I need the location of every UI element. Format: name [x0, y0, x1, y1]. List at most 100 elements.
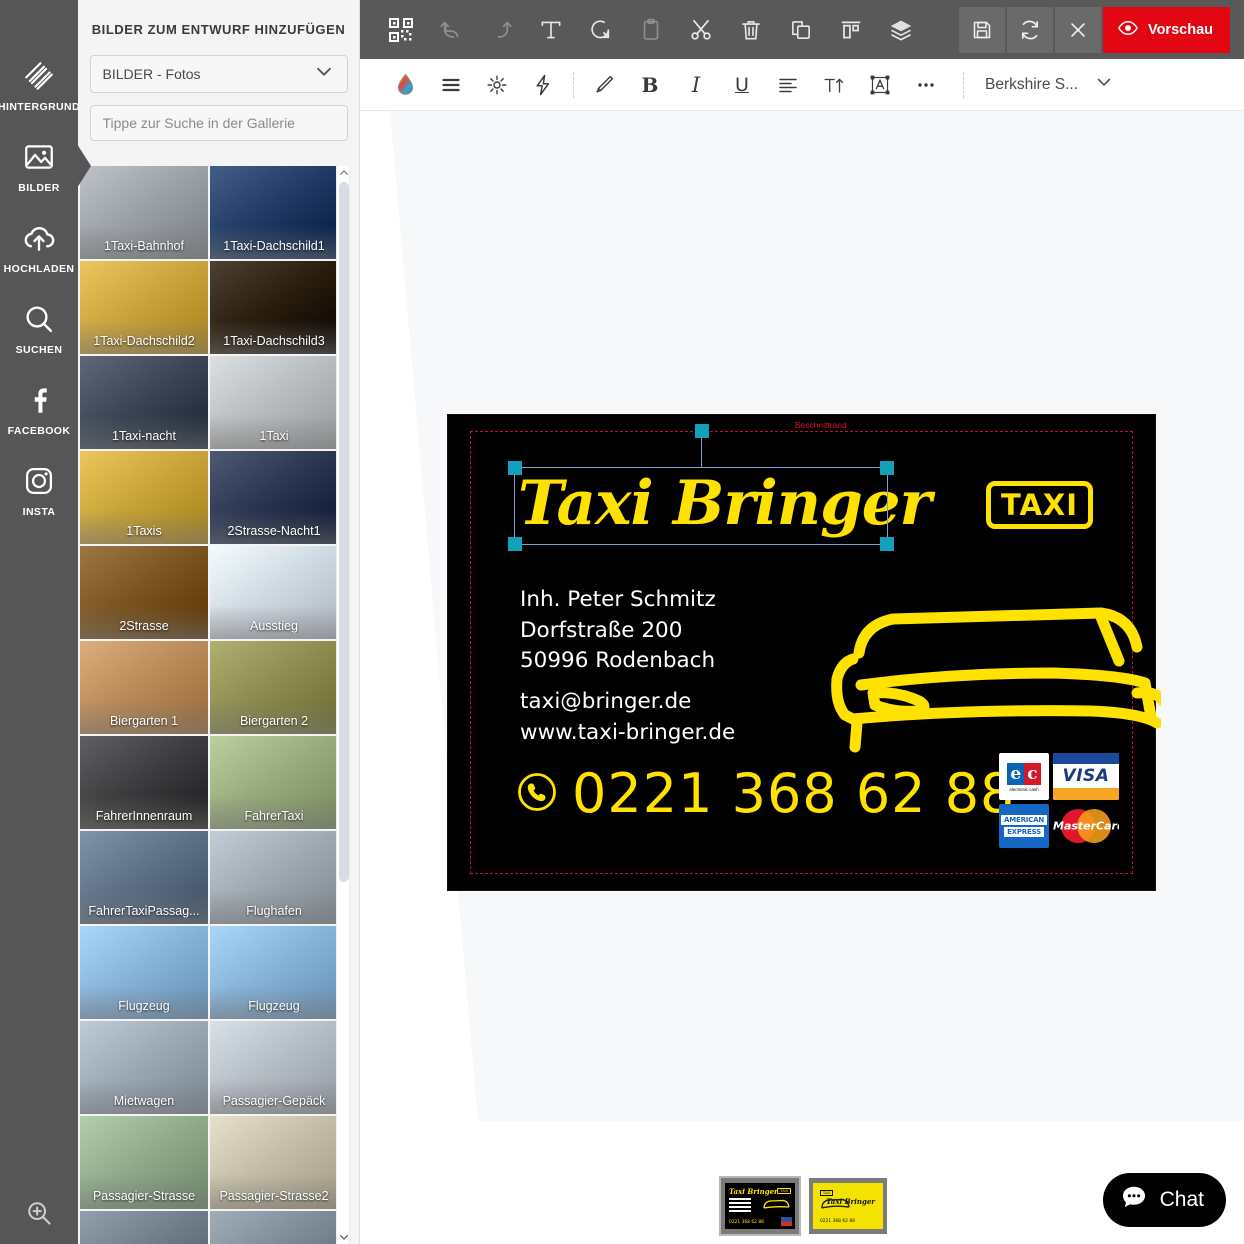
gallery-thumbnail-label: Flughafen	[246, 904, 302, 918]
card-owner-block[interactable]: Inh. Peter Schmitz Dorfstraße 200 50996 …	[520, 585, 716, 677]
rotate-handle[interactable]	[695, 424, 709, 438]
gallery-thumbnail[interactable]: Flugzeug	[210, 926, 338, 1019]
image-gallery-grid[interactable]: 1Taxi-Bahnhof 1Taxi-Dachschild1 1Taxi-Dach…	[78, 166, 344, 1244]
business-card-canvas[interactable]: Beschnittrand TAXI Taxi Bringer Inh. Pet…	[448, 415, 1169, 890]
preview-button[interactable]: Vorschau	[1102, 6, 1230, 53]
sidebar-item-hintergrund[interactable]: HINTERGRUND	[0, 56, 80, 113]
refresh-icon[interactable]	[1006, 6, 1053, 53]
page-thumbnail-front[interactable]: Taxi Bringer TAXI 0221 368 62 88	[719, 1176, 801, 1236]
gallery-thumbnail[interactable]	[210, 1211, 338, 1244]
gallery-thumbnail[interactable]: 1Taxis	[80, 451, 208, 544]
zoom-in-icon[interactable]	[0, 1198, 78, 1228]
sidebar-item-facebook[interactable]: FACEBOOK	[0, 380, 78, 437]
preview-button-label: Vorschau	[1147, 21, 1213, 38]
gallery-thumbnail[interactable]: 1Taxi-Dachschild1	[210, 166, 338, 259]
trash-icon[interactable]	[726, 0, 776, 59]
gallery-thumbnail[interactable]: Passagier-Gepäck	[210, 1021, 338, 1114]
ec-cash-caption: electronic cash	[1009, 786, 1039, 792]
gallery-search-input[interactable]	[89, 105, 348, 141]
effects-icon[interactable]	[520, 59, 566, 111]
gallery-scroll-region[interactable]: 1Taxi-Bahnhof 1Taxi-Dachschild1 1Taxi-Dach…	[78, 166, 359, 1244]
card-contact-block[interactable]: taxi@bringer.de www.taxi-bringer.de	[520, 687, 735, 748]
font-size-icon[interactable]	[811, 59, 857, 111]
gallery-scrollbar[interactable]	[336, 166, 350, 1244]
amex-line-1: AMERICAN	[1001, 815, 1047, 825]
bold-icon[interactable]: B	[627, 59, 673, 111]
resize-handle-bottom-right[interactable]	[880, 537, 894, 551]
card-street: Dorfstraße 200	[520, 617, 683, 643]
amex-line-2: EXPRESS	[1004, 827, 1044, 837]
gallery-thumbnail[interactable]: 2Strasse	[80, 546, 208, 639]
images-panel: BILDER ZUM ENTWURF HINZUFÜGEN BILDER - F…	[78, 0, 360, 1244]
shape-icon[interactable]	[576, 0, 626, 59]
design-editor-app: Beschnittrand TAXI Taxi Bringer Inh. Pet…	[0, 0, 1244, 1244]
gallery-thumbnail[interactable]: Flughafen	[210, 831, 338, 924]
qr-code-icon[interactable]	[376, 0, 426, 59]
underline-icon[interactable]: U	[719, 59, 765, 111]
sidebar-item-suchen[interactable]: SUCHEN	[0, 299, 78, 356]
scissors-icon[interactable]	[676, 0, 726, 59]
resize-handle-bottom-left[interactable]	[508, 537, 522, 551]
align-icon[interactable]	[826, 0, 876, 59]
gallery-thumbnail[interactable]: Biergarten 2	[210, 641, 338, 734]
gallery-thumbnail[interactable]: 1Taxi-nacht	[80, 356, 208, 449]
card-owner: Inh. Peter Schmitz	[520, 587, 716, 612]
page-front-phone: 0221 368 62 88	[729, 1220, 764, 1225]
italic-icon[interactable]: I	[673, 59, 719, 111]
brightness-icon[interactable]	[474, 59, 520, 111]
layers-icon[interactable]	[876, 0, 926, 59]
gallery-thumbnail[interactable]: 1Taxi	[210, 356, 338, 449]
color-drop-icon[interactable]	[382, 59, 428, 111]
font-family-select[interactable]: Berkshire S...	[985, 72, 1114, 97]
clipboard-icon[interactable]	[626, 0, 676, 59]
page-front-car-icon	[761, 1196, 791, 1217]
page-front-payment-icons	[781, 1217, 792, 1226]
gallery-thumbnail[interactable]	[80, 1211, 208, 1244]
gallery-thumbnail[interactable]: Ausstieg	[210, 546, 338, 639]
gallery-thumbnail[interactable]: Passagier-Strasse2	[210, 1116, 338, 1209]
sidebar-item-insta[interactable]: INSTA	[0, 461, 78, 518]
gallery-thumbnail[interactable]: 2Strasse-Nacht1	[210, 451, 338, 544]
gallery-thumbnail[interactable]: Mietwagen	[80, 1021, 208, 1114]
scroll-down-arrow-icon[interactable]	[337, 1230, 351, 1244]
line-height-icon[interactable]	[428, 59, 474, 111]
image-category-select[interactable]: BILDER - Fotos	[89, 55, 348, 93]
taxi-car-illustration	[801, 533, 1169, 773]
gallery-thumbnail[interactable]: Biergarten 1	[80, 641, 208, 734]
gallery-thumbnail-label: 1Taxi-Dachschild3	[223, 334, 325, 348]
gallery-thumbnail-label: Flugzeug	[248, 999, 300, 1013]
more-icon[interactable]	[903, 59, 949, 111]
page-thumbnail-back[interactable]: TAXI Taxi Bringer 0221 368 62 88	[809, 1178, 887, 1234]
card-email: taxi@bringer.de	[520, 689, 692, 714]
gallery-thumbnail[interactable]: Passagier-Strasse	[80, 1116, 208, 1209]
gallery-thumbnail[interactable]: FahrerTaxi	[210, 736, 338, 829]
card-phone-block[interactable]: 0221 368 62 88	[516, 767, 1015, 821]
redo-icon[interactable]	[476, 0, 526, 59]
canvas-area[interactable]: Beschnittrand TAXI Taxi Bringer Inh. Pet…	[360, 111, 1244, 1244]
scroll-up-arrow-icon[interactable]	[337, 166, 351, 180]
gallery-thumbnail[interactable]: FahrerTaxiPassag...	[80, 831, 208, 924]
align-left-icon[interactable]	[765, 59, 811, 111]
selection-bounding-box[interactable]	[508, 424, 894, 551]
sidebar-item-label: INSTA	[22, 506, 56, 518]
chat-bubble-icon	[1119, 1183, 1149, 1218]
undo-icon[interactable]	[426, 0, 476, 59]
gallery-thumbnail[interactable]: FahrerInnenraum	[80, 736, 208, 829]
gallery-thumbnail[interactable]: 1Taxi-Dachschild2	[80, 261, 208, 354]
copy-icon[interactable]	[776, 0, 826, 59]
save-icon[interactable]	[958, 6, 1005, 53]
text-frame-icon[interactable]	[857, 59, 903, 111]
resize-handle-top-right[interactable]	[880, 461, 894, 475]
sidebar-item-bilder[interactable]: BILDER	[0, 137, 78, 194]
scrollbar-thumb[interactable]	[339, 182, 349, 882]
chat-button[interactable]: Chat	[1102, 1173, 1226, 1227]
resize-handle-top-left[interactable]	[508, 461, 522, 475]
pen-icon[interactable]	[581, 59, 627, 111]
page-front-title: Taxi Bringer	[729, 1187, 778, 1196]
gallery-thumbnail[interactable]: 1Taxi-Dachschild3	[210, 261, 338, 354]
text-icon[interactable]	[526, 0, 576, 59]
gallery-thumbnail[interactable]: Flugzeug	[80, 926, 208, 1019]
sidebar-item-hochladen[interactable]: HOCHLADEN	[0, 218, 78, 275]
close-icon[interactable]	[1054, 6, 1101, 53]
gallery-thumbnail[interactable]: 1Taxi-Bahnhof	[80, 166, 208, 259]
